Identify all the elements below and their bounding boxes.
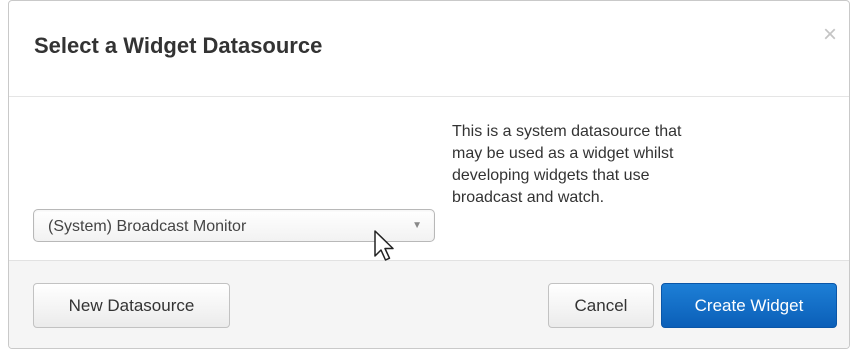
select-widget-datasource-dialog: Select a Widget Datasource × (System) Br… [8,0,850,349]
datasource-description: This is a system datasource that may be … [452,121,782,209]
create-widget-button[interactable]: Create Widget [661,283,837,328]
description-line: broadcast and watch. [452,189,605,206]
dialog-title: Select a Widget Datasource [34,33,323,58]
dialog-body: (System) Broadcast Monitor ▼ This is a s… [9,97,849,263]
description-line: may be used as a widget whilst [452,145,674,162]
chevron-down-icon: ▼ [412,220,422,231]
description-line: This is a system datasource that [452,123,682,140]
description-line: developing widgets that use [452,167,650,184]
new-datasource-button[interactable]: New Datasource [33,283,230,328]
dialog-header: Select a Widget Datasource × [9,1,849,97]
close-icon[interactable]: × [823,23,837,47]
datasource-select[interactable]: (System) Broadcast Monitor ▼ [33,209,435,242]
cancel-button[interactable]: Cancel [548,283,654,328]
dialog-footer: New Datasource Cancel Create Widget [9,260,849,348]
datasource-select-value: (System) Broadcast Monitor [48,218,247,235]
